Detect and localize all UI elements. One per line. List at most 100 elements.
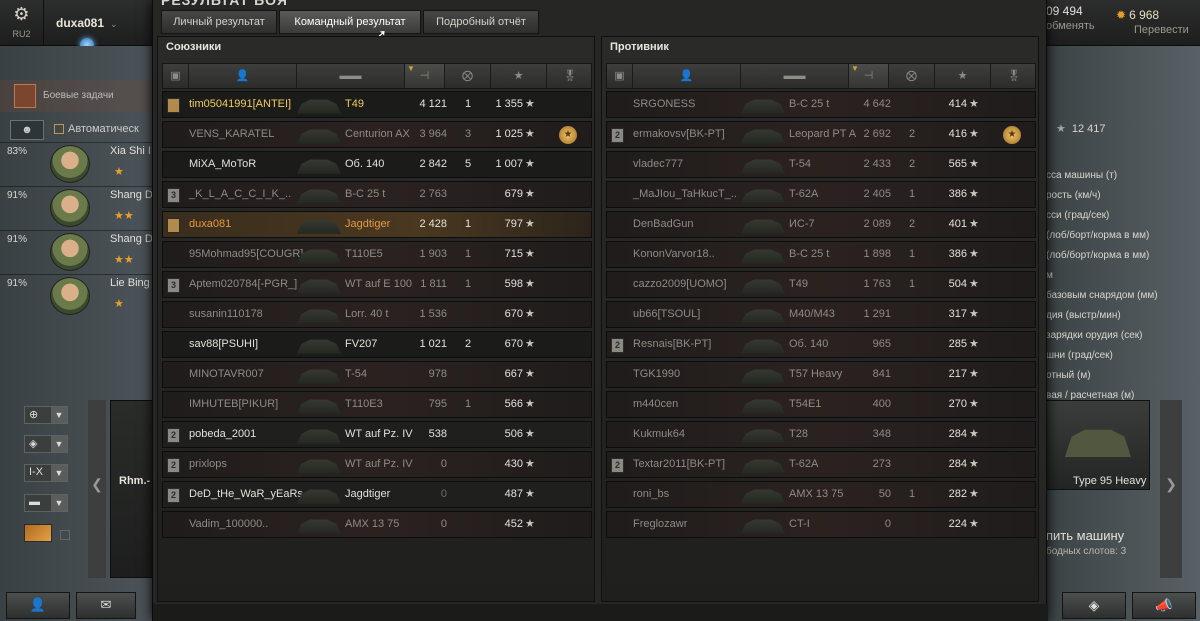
table-row[interactable]: _MaJIou_TaHkucT_.. T-62A 2 405 1 386 ★ [606,181,1036,208]
player-name: Resnais[BK-PT] [633,338,712,350]
tank-card[interactable]: Rhm.- [110,400,154,578]
username-menu[interactable]: duxa081 ⌄ [56,16,118,30]
platoon-column-icon[interactable]: ▣ [163,64,189,88]
star-icon: ★ [969,368,979,380]
damage-column-icon[interactable]: ▼ ⊣ [405,64,445,88]
tank-type-icon: ◈ [29,438,38,450]
table-row[interactable]: cazzo2009[UOMO] T49 1 763 1 504 ★ [606,271,1036,298]
platoon-badge: 2 [611,338,624,353]
tank-icon [741,339,785,354]
crew-member[interactable]: 91% Lie Bing ★ [0,274,152,316]
damage-column-icon[interactable]: ▼ ⊣ [849,64,889,88]
table-row[interactable]: tim05041991[ANTEI] T49 4 121 1 1 355 ★ [162,91,592,118]
type-filter[interactable]: ◈ ▼ [24,435,68,453]
notifications-button[interactable]: 📣 [1132,592,1196,619]
xp-value: 270 [948,398,967,410]
tab-detailed-report[interactable]: Подробный отчёт [423,10,539,34]
xp-column-icon[interactable]: ★ [935,64,991,88]
table-row[interactable]: m440cen T54E1 400 270 ★ [606,391,1036,418]
quests-button[interactable]: Боевые задачи [0,80,152,112]
crew-member[interactable]: 91% Shang D ★★ [0,186,153,228]
table-row[interactable]: 95Mohmad95[COUGR] T110E5 1 903 1 715 ★ [162,241,592,268]
buy-tank-button[interactable]: пить машину [1046,528,1124,543]
tank-name: Lorr. 40 t [345,308,389,320]
selected-tank-card[interactable]: Type 95 Heavy [1046,400,1150,490]
table-row[interactable]: 2 ermakovsv[BK-PT] Leopard PT A2 692 2 416 ★ ★ [606,121,1036,148]
medals-column-icon[interactable]: 🎖 [547,64,593,88]
table-row[interactable]: 2 Resnais[BK-PT] Об. 140 965 285 ★ [606,331,1036,358]
table-row[interactable]: 2 pobeda_2001 WT auf Pz. IV 538 506 ★ [162,421,592,448]
table-row[interactable]: MiXA_MoToR Об. 140 2 842 5 1 007 ★ [162,151,592,178]
player-name: pobeda_2001 [189,428,257,440]
player-name: SRGONESS [633,98,696,110]
table-row[interactable]: Kukmuk64 T28 348 284 ★ [606,421,1036,448]
kills-value: 3 [464,128,472,140]
filter-checkbox[interactable] [60,530,70,540]
medals-column-icon[interactable]: 🎖 [991,64,1037,88]
kills-value: 5 [464,158,472,170]
star-icon: ★ [969,278,979,290]
tier-filter[interactable]: I-X ▼ [24,464,68,482]
table-row[interactable]: VENS_KARATEL Centurion AX 3 964 3 1 025 ★ ★ [162,121,592,148]
table-row[interactable]: Freglozawr CT-I 0 224 ★ [606,511,1036,538]
table-row[interactable]: 2 Textar2011[BK-PT] T-62A 273 284 ★ [606,451,1036,478]
tank-stat-line: сси (град/сек) [1046,210,1110,221]
table-row[interactable]: duxa081 Jagdtiger 2 428 1 797 ★ [162,211,592,238]
tank-name: Leopard PT A [789,128,857,140]
server-menu[interactable]: ⚙ RU2 [0,0,44,46]
table-row[interactable]: SRGONESS B-C 25 t 4 642 414 ★ [606,91,1036,118]
gold-display[interactable]: ✹ 6 968 Перевести [1116,8,1189,36]
xp-column-icon[interactable]: ★ [491,64,547,88]
table-row[interactable]: MINOTAVR007 T-54 978 667 ★ [162,361,592,388]
carousel-right-arrow[interactable]: ❯ [1160,400,1182,578]
player-column-icon[interactable]: 👤 [633,64,741,88]
tank-column-icon[interactable]: ▬▬ [297,64,405,88]
chat-button[interactable]: ✉ [76,592,136,619]
tab-team-result[interactable]: Командный результат [279,10,421,34]
table-row[interactable]: vladec777 T-54 2 433 2 565 ★ [606,151,1036,178]
table-row[interactable]: KononVarvor18.. B-C 25 t 1 898 1 386 ★ [606,241,1036,268]
star-icon: ★ [969,338,979,350]
damage-value: 0 [440,458,447,470]
player-column-icon[interactable]: 👤 [189,64,297,88]
medal-icon: ★ [559,126,577,144]
xp-value: 506 [504,428,523,440]
table-row[interactable]: DenBadGun ИС-7 2 089 2 401 ★ [606,211,1036,238]
table-row[interactable]: TGK1990 T57 Heavy 841 217 ★ [606,361,1036,388]
free-slots-text: бодных слотов: 3 [1046,546,1127,557]
crew-rank-icon: ★ [114,166,124,178]
table-row[interactable]: Vadim_100000.. AMX 13 75 0 452 ★ [162,511,592,538]
crew-member[interactable]: 91% Shang D ★★ [0,230,153,272]
table-row[interactable]: sav88[PSUHI] FV207 1 021 2 670 ★ [162,331,592,358]
table-row[interactable]: 3 _K_L_A_C_C_I_K_.. B-C 25 t 2 763 679 ★ [162,181,592,208]
table-row[interactable]: ub66[TSOUL] M40/M43 1 291 317 ★ [606,301,1036,328]
tab-personal-result[interactable]: Личный результат [161,10,277,34]
carousel-left-arrow[interactable]: ❮ [88,400,106,578]
auto-checkbox[interactable] [54,124,64,134]
table-row[interactable]: roni_bs AMX 13 75 50 1 282 ★ [606,481,1036,508]
platoon-column-icon[interactable]: ▣ [607,64,633,88]
damage-value: 2 428 [419,218,447,230]
ammo-slot-icon[interactable] [24,524,52,542]
star-icon: ★ [525,248,535,260]
clan-button[interactable]: ◈ [1062,592,1126,619]
kills-value: 2 [908,218,916,230]
table-row[interactable]: susanin110178 Lorr. 40 t 1 536 670 ★ [162,301,592,328]
profile-button[interactable]: 👤 [6,592,70,619]
damage-value: 1 763 [863,278,891,290]
table-row[interactable]: IMHUTEB[PIKUR] T110E3 795 1 566 ★ [162,391,592,418]
tank-name: WT auf E 100 [345,278,413,290]
quest-book-icon [14,84,36,108]
kills-column-icon[interactable]: ⨂ [889,64,935,88]
table-row[interactable]: 2 DeD_tHe_WaR_yEaRs Jagdtiger 0 487 ★ [162,481,592,508]
kills-column-icon[interactable]: ⨂ [445,64,491,88]
credits-display[interactable]: 09 494 обменять [1046,4,1095,32]
tank-column-icon[interactable]: ▬▬ [741,64,849,88]
nation-filter[interactable]: ⊕ ▼ [24,406,68,424]
table-row[interactable]: 3 Aptem020784[-PGR_] WT auf E 100 1 811 1 598… [162,271,592,298]
class-filter[interactable]: ▬ ▼ [24,494,68,512]
crew-icon[interactable]: ☻ [10,120,44,140]
table-row[interactable]: 2 prixlops WT auf Pz. IV 0 430 ★ [162,451,592,478]
crew-member[interactable]: 83% Xia Shi I ★ [0,142,152,184]
damage-value: 0 [440,518,447,530]
